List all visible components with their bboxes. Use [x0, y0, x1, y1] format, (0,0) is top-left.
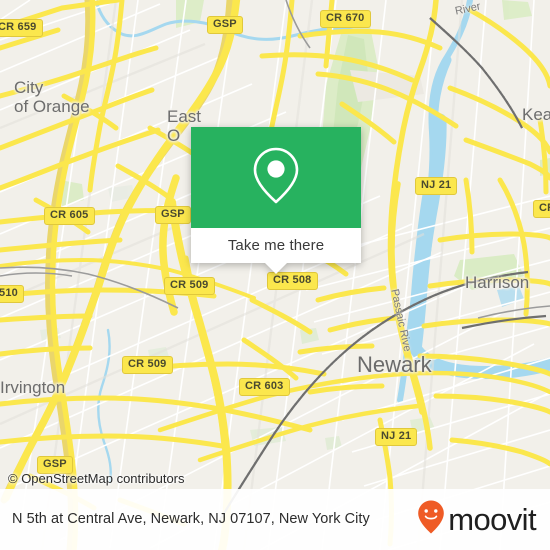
map-pin-icon — [249, 144, 303, 211]
road-shield-cr-509-north[interactable]: CR 509 — [164, 277, 215, 295]
location-popup-card[interactable]: Take me there — [191, 127, 361, 274]
place-label-newark: Newark — [357, 352, 432, 377]
moovit-logo[interactable]: moovit — [417, 499, 537, 540]
map-canvas[interactable]: .mr { stroke:#fbe74d; stroke-linecap:rou… — [0, 0, 550, 550]
popup-header — [191, 127, 361, 228]
moovit-pin-icon — [417, 499, 445, 540]
road-shield-cr-603[interactable]: CR 603 — [239, 378, 290, 396]
place-label-city-of-orange: City of Orange — [14, 78, 90, 116]
road-shield-gsp-mid[interactable]: GSP — [155, 206, 191, 224]
map-screen: .mr { stroke:#fbe74d; stroke-linecap:rou… — [0, 0, 550, 550]
take-me-there-button[interactable]: Take me there — [228, 237, 324, 254]
popup-tail-arrow — [265, 263, 287, 274]
road-shield-nj-21-south[interactable]: NJ 21 — [375, 428, 418, 446]
road-shield-cr-605[interactable]: CR 605 — [44, 207, 95, 225]
footer-bar: N 5th at Central Ave, Newark, NJ 07107, … — [0, 489, 550, 550]
road-shield-cr-670[interactable]: CR 670 — [320, 10, 371, 28]
place-label-irvington: Irvington — [0, 378, 66, 397]
road-shield-cr-509-south[interactable]: CR 509 — [122, 356, 173, 374]
popup-action-bar[interactable]: Take me there — [191, 228, 361, 263]
location-title: N 5th at Central Ave, Newark, NJ 07107, … — [12, 511, 370, 527]
road-shield-cr-508[interactable]: CR 508 — [267, 272, 318, 290]
road-shield-gsp-north[interactable]: GSP — [207, 16, 243, 34]
road-shield-cr-right[interactable]: CR — [533, 200, 550, 218]
road-shield-cr-510[interactable]: 510 — [0, 285, 24, 303]
moovit-wordmark: moovit — [448, 502, 536, 537]
place-label-harrison: Harrison — [465, 273, 530, 292]
road-shield-nj-21-north[interactable]: NJ 21 — [415, 177, 458, 195]
map-attribution[interactable]: © OpenStreetMap contributors — [8, 471, 185, 486]
road-shield-cr-659[interactable]: CR 659 — [0, 19, 43, 37]
place-label-kearny: Kea — [522, 105, 550, 124]
